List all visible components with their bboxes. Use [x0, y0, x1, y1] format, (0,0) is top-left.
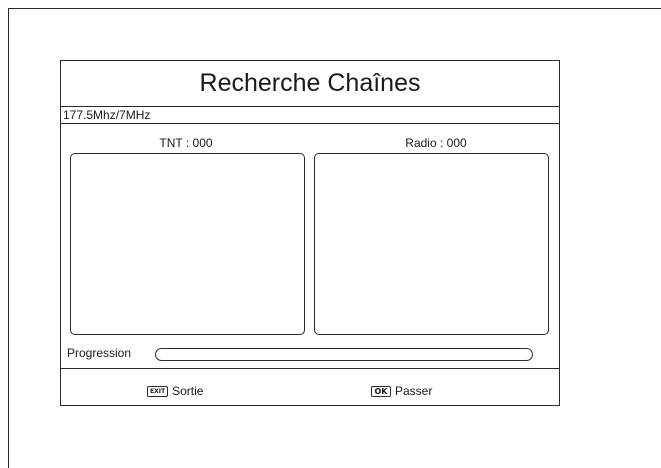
exit-label: Sortie — [172, 384, 204, 398]
ok-key-icon: OK — [371, 385, 391, 397]
channel-search-dialog: Recherche Chaînes 177.5Mhz/7MHz TNT : 00… — [60, 60, 560, 406]
progress-label: Progression — [67, 346, 132, 360]
frequency-readout: 177.5Mhz/7MHz — [63, 108, 151, 122]
exit-key-icon: EXIT — [147, 385, 169, 397]
tnt-count-label: TNT : 000 — [159, 136, 213, 150]
radio-channel-list — [314, 153, 549, 335]
frequency-divider — [61, 123, 559, 124]
skip-button[interactable]: OK Passer — [371, 383, 432, 399]
footer-divider — [61, 368, 559, 369]
progress-bar — [155, 348, 533, 361]
tnt-channel-list — [70, 153, 305, 335]
dialog-title: Recherche Chaînes — [61, 61, 559, 107]
radio-count-label: Radio : 000 — [405, 136, 467, 150]
skip-label: Passer — [395, 384, 433, 398]
exit-button[interactable]: EXIT Sortie — [147, 383, 203, 399]
